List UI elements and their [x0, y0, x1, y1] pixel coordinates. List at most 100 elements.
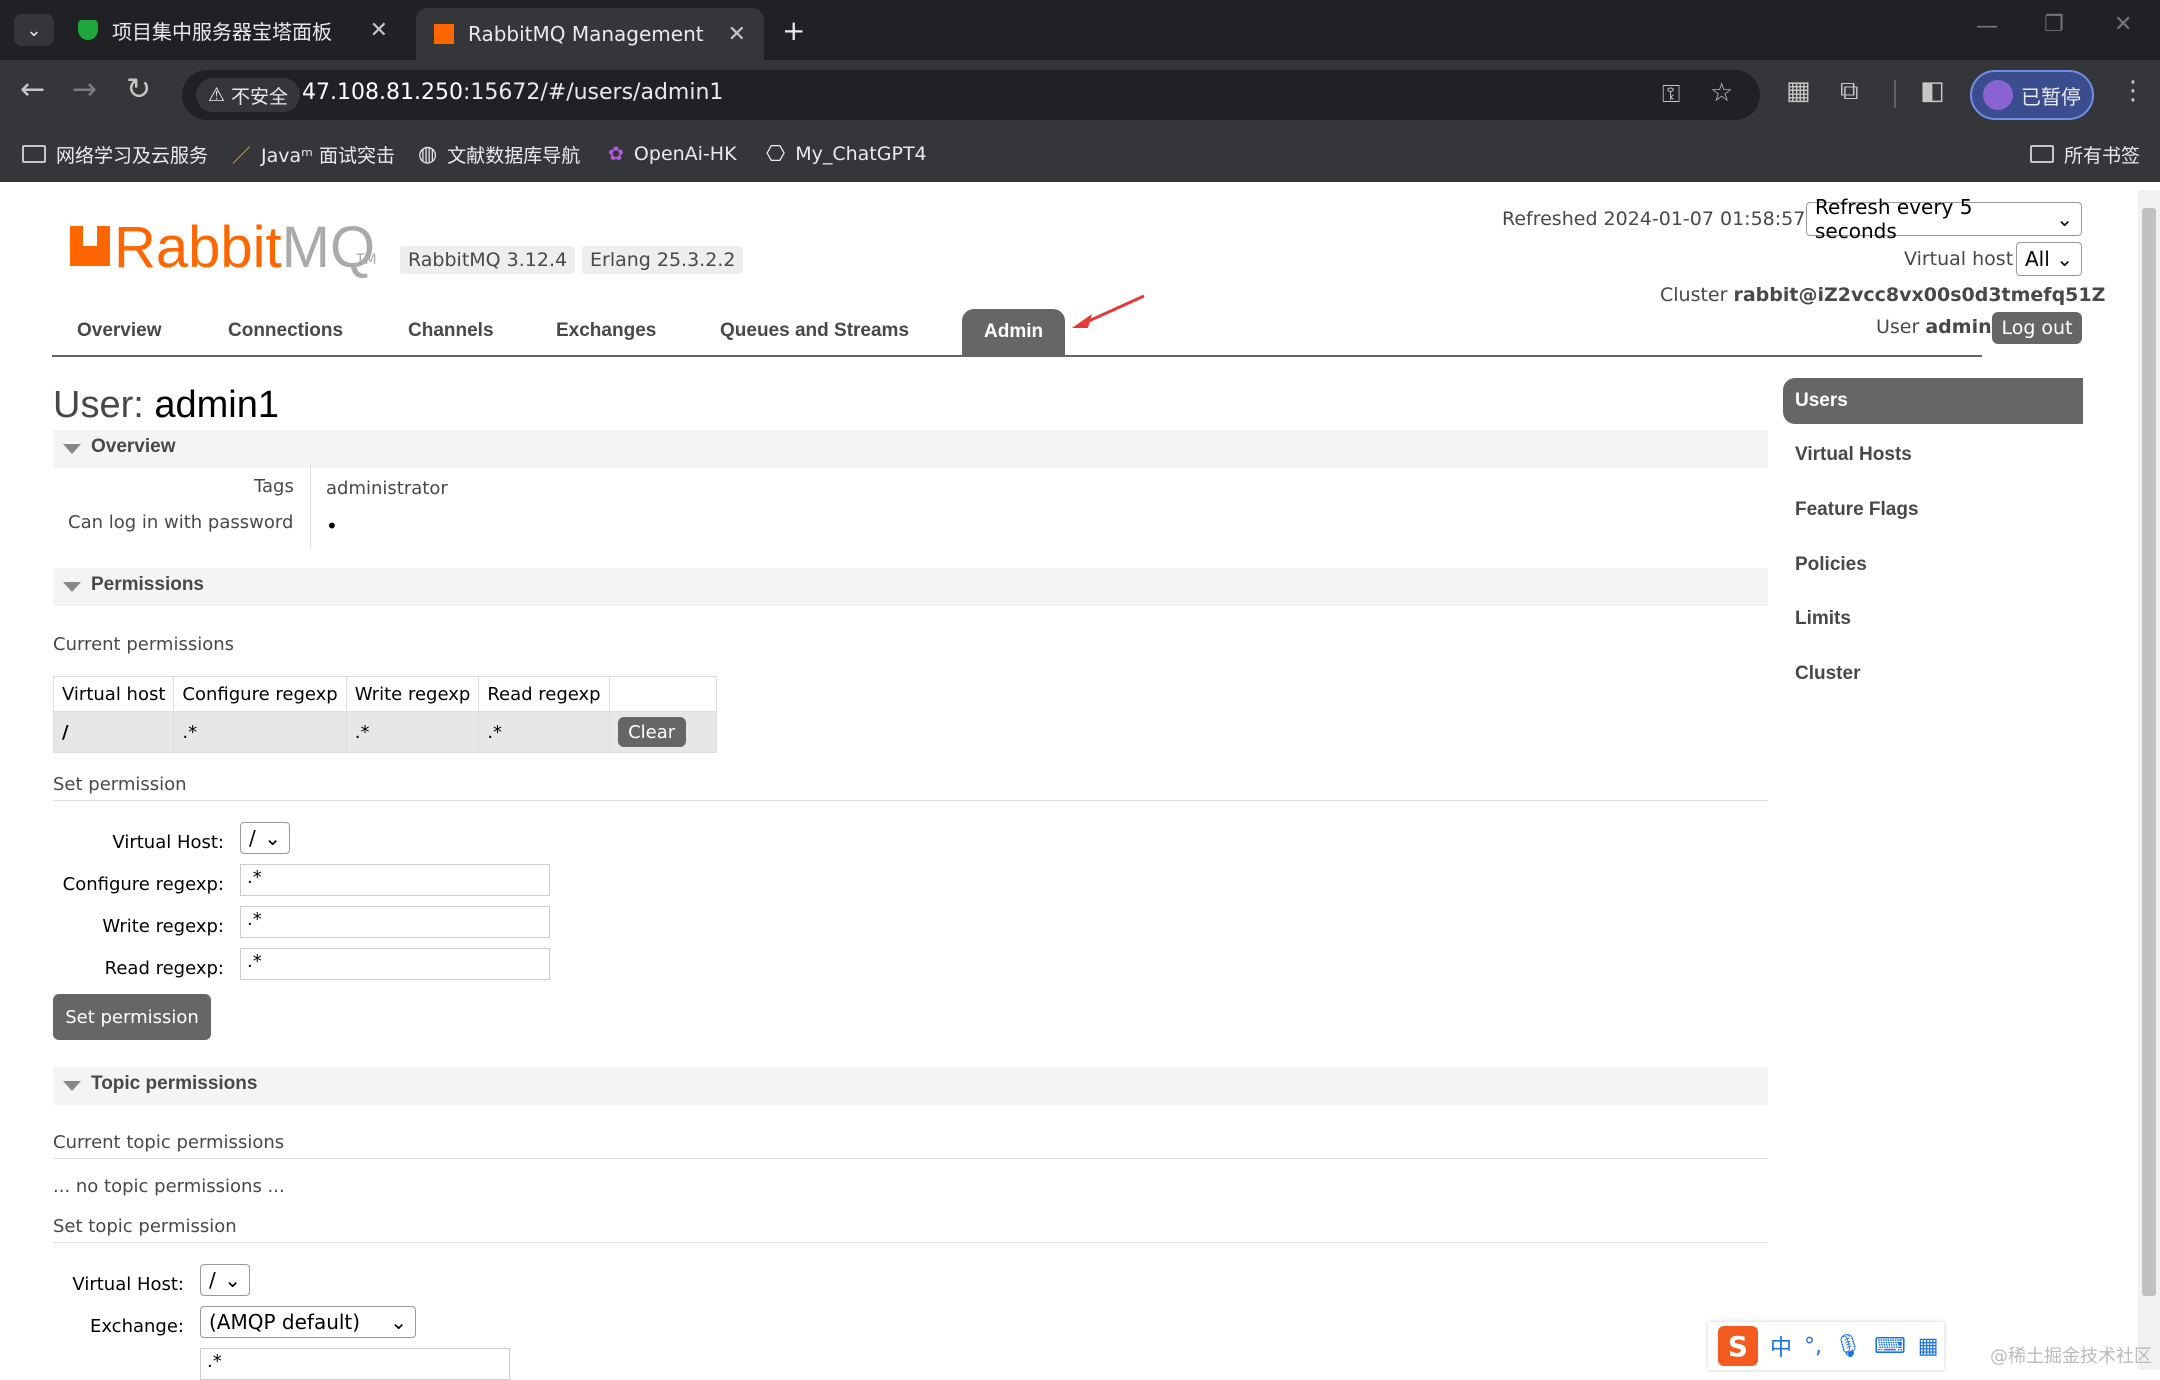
browser-tab-baota[interactable]: 项目集中服务器宝塔面板 ✕	[60, 8, 406, 52]
topic-vhost-select[interactable]: / ⌄	[200, 1264, 250, 1296]
section-label: Topic permissions	[91, 1073, 258, 1094]
ime-mode-label[interactable]: 中	[1770, 1330, 1792, 1362]
sidebar-item-feature-flags[interactable]: Feature Flags	[1783, 499, 2083, 521]
topic-write-regexp-input[interactable]: .*	[200, 1348, 510, 1380]
refresh-select-value: Refresh every 5 seconds	[1815, 195, 1973, 243]
close-tab-icon[interactable]: ✕	[370, 18, 388, 43]
bookmark-folder[interactable]: 网络学习及云服务	[22, 136, 208, 172]
back-arrow-icon[interactable]: ←	[20, 72, 45, 107]
forward-arrow-icon[interactable]: →	[72, 72, 97, 107]
topic-permissions-section-header[interactable]: Topic permissions	[53, 1067, 1768, 1105]
cell-configure: .*	[173, 711, 347, 753]
bookmark-label: Javaᵐ 面试突击	[261, 144, 396, 167]
scrollbar-thumb[interactable]	[2142, 208, 2156, 1296]
microphone-icon[interactable]: 🎙	[1834, 1334, 1862, 1359]
column-header: Virtual host	[52, 676, 175, 712]
tab-connections[interactable]: Connections	[228, 320, 343, 342]
vhost-select[interactable]: All ⌄	[2016, 242, 2082, 276]
vhost-select-value: All	[2025, 247, 2050, 271]
set-topic-heading: Set topic permission	[53, 1216, 237, 1237]
rabbitmq-logo-notch	[83, 226, 97, 246]
bookmark-item[interactable]: ◍ 文献数据库导航	[418, 136, 580, 172]
reload-icon[interactable]: ↻	[126, 72, 151, 107]
tab-exchanges[interactable]: Exchanges	[556, 320, 656, 342]
close-tab-icon[interactable]: ✕	[728, 22, 746, 47]
current-topic-heading: Current topic permissions	[53, 1132, 285, 1153]
refresh-interval-select[interactable]: Refresh every 5 seconds ⌄	[1806, 195, 2082, 243]
qr-code-icon[interactable]: ▦	[1786, 76, 1811, 106]
title-prefix: User:	[53, 384, 144, 426]
tab-admin[interactable]: Admin	[962, 309, 1066, 355]
avatar	[1983, 80, 2013, 110]
collapse-triangle-icon	[63, 1081, 81, 1091]
sidebar-item-virtual-hosts[interactable]: Virtual Hosts	[1783, 444, 2083, 466]
annotation-arrow-icon	[1072, 294, 1145, 328]
topic-exchange-value: (AMQP default)	[209, 1310, 361, 1334]
tab-channels[interactable]: Channels	[408, 320, 494, 342]
clear-permission-button[interactable]: Clear	[617, 717, 686, 747]
keyboard-icon[interactable]: ⌨	[1874, 1334, 1906, 1359]
configure-regexp-input[interactable]: .*	[240, 864, 550, 896]
sidebar-item-users[interactable]: Users	[1783, 378, 2083, 424]
chevron-down-icon: ⌄	[2056, 207, 2073, 231]
read-regexp-input[interactable]: .*	[240, 948, 550, 980]
logout-button[interactable]: Log out	[1992, 312, 2082, 344]
vhost-field-select[interactable]: / ⌄	[240, 822, 290, 854]
table-header-row: Virtual host Configure regexp Write rege…	[52, 676, 717, 712]
vhost-field-value: /	[249, 826, 256, 850]
new-tab-icon[interactable]: +	[782, 14, 805, 47]
star-icon[interactable]: ☆	[1710, 78, 1733, 108]
security-chip[interactable]: ⚠ 不安全	[196, 78, 301, 112]
write-regexp-input[interactable]: .*	[240, 906, 550, 938]
cell-actions: Clear	[608, 711, 717, 753]
user-info: User admin	[1876, 316, 1992, 338]
section-label: Overview	[91, 436, 176, 457]
heading-divider	[53, 1158, 1768, 1159]
column-header-empty	[608, 676, 717, 712]
heading-divider	[53, 800, 1768, 801]
vertical-scrollbar[interactable]	[2138, 190, 2160, 1370]
permissions-section-header[interactable]: Permissions	[53, 568, 1768, 606]
url-text: 47.108.81.250:15672/#/users/admin1	[302, 80, 723, 105]
rabbitmq-version-badge: RabbitMQ 3.12.4	[400, 246, 576, 274]
sogou-logo-icon: S	[1718, 1326, 1758, 1366]
side-panel-icon[interactable]: ◧	[1920, 76, 1945, 106]
sidebar-item-policies[interactable]: Policies	[1783, 554, 2083, 576]
extensions-icon[interactable]: ⧉	[1840, 76, 1859, 107]
tab-queues-and-streams[interactable]: Queues and Streams	[720, 320, 909, 342]
more-menu-icon[interactable]: ⋮	[2120, 76, 2146, 106]
chevron-down-icon: ⌄	[26, 19, 42, 41]
punctuation-icon[interactable]: °,	[1804, 1334, 1822, 1359]
key-icon[interactable]: ⚿	[1662, 80, 1680, 108]
no-topic-permissions: ... no topic permissions ...	[53, 1176, 285, 1197]
url-path: :15672/#/users/admin1	[462, 80, 724, 105]
bookmark-item[interactable]: ⎔ My_ChatGPT4	[766, 136, 927, 172]
all-bookmarks[interactable]: 所有书签	[2030, 136, 2140, 172]
window-close-icon[interactable]: ✕	[2114, 12, 2132, 37]
column-header: Write regexp	[345, 676, 480, 712]
bookmark-item[interactable]: ✿ OpenAi-HK	[608, 136, 737, 172]
ime-toolbar[interactable]: S 中 °, 🎙 ⌨ ▦	[1708, 1322, 1944, 1370]
topic-exchange-label: Exchange:	[89, 1316, 184, 1337]
minimize-icon[interactable]: —	[1976, 14, 1998, 39]
sidebar-item-cluster[interactable]: Cluster	[1783, 663, 2083, 685]
chevron-down-icon: ⌄	[390, 1310, 407, 1334]
maximize-icon[interactable]: ❐	[2044, 12, 2064, 37]
logo-mq-text: MQ	[281, 215, 376, 280]
bookmark-label: 网络学习及云服务	[56, 144, 209, 167]
browser-tab-rabbitmq[interactable]: RabbitMQ Management ✕	[416, 8, 764, 60]
set-permission-button[interactable]: Set permission	[53, 994, 211, 1040]
overview-section-header[interactable]: Overview	[53, 430, 1768, 468]
address-bar[interactable]: ⚠ 不安全 47.108.81.250:15672/#/users/admin1…	[182, 70, 1760, 120]
folder-icon	[22, 145, 46, 163]
apps-grid-icon[interactable]: ▦	[1918, 1334, 1939, 1359]
bookmark-item[interactable]: ／ Javaᵐ 面试突击	[232, 136, 395, 172]
tab-search-button[interactable]: ⌄	[14, 14, 54, 46]
logo-rabbit-text: Rabbit	[114, 215, 282, 280]
cluster-label: Cluster	[1660, 284, 1728, 306]
permissions-table: Virtual host Configure regexp Write rege…	[52, 676, 717, 753]
sidebar-item-limits[interactable]: Limits	[1783, 608, 2083, 630]
tab-overview[interactable]: Overview	[77, 320, 162, 342]
profile-button[interactable]: 已暂停	[1970, 70, 2094, 120]
topic-exchange-select[interactable]: (AMQP default) ⌄	[200, 1306, 416, 1338]
